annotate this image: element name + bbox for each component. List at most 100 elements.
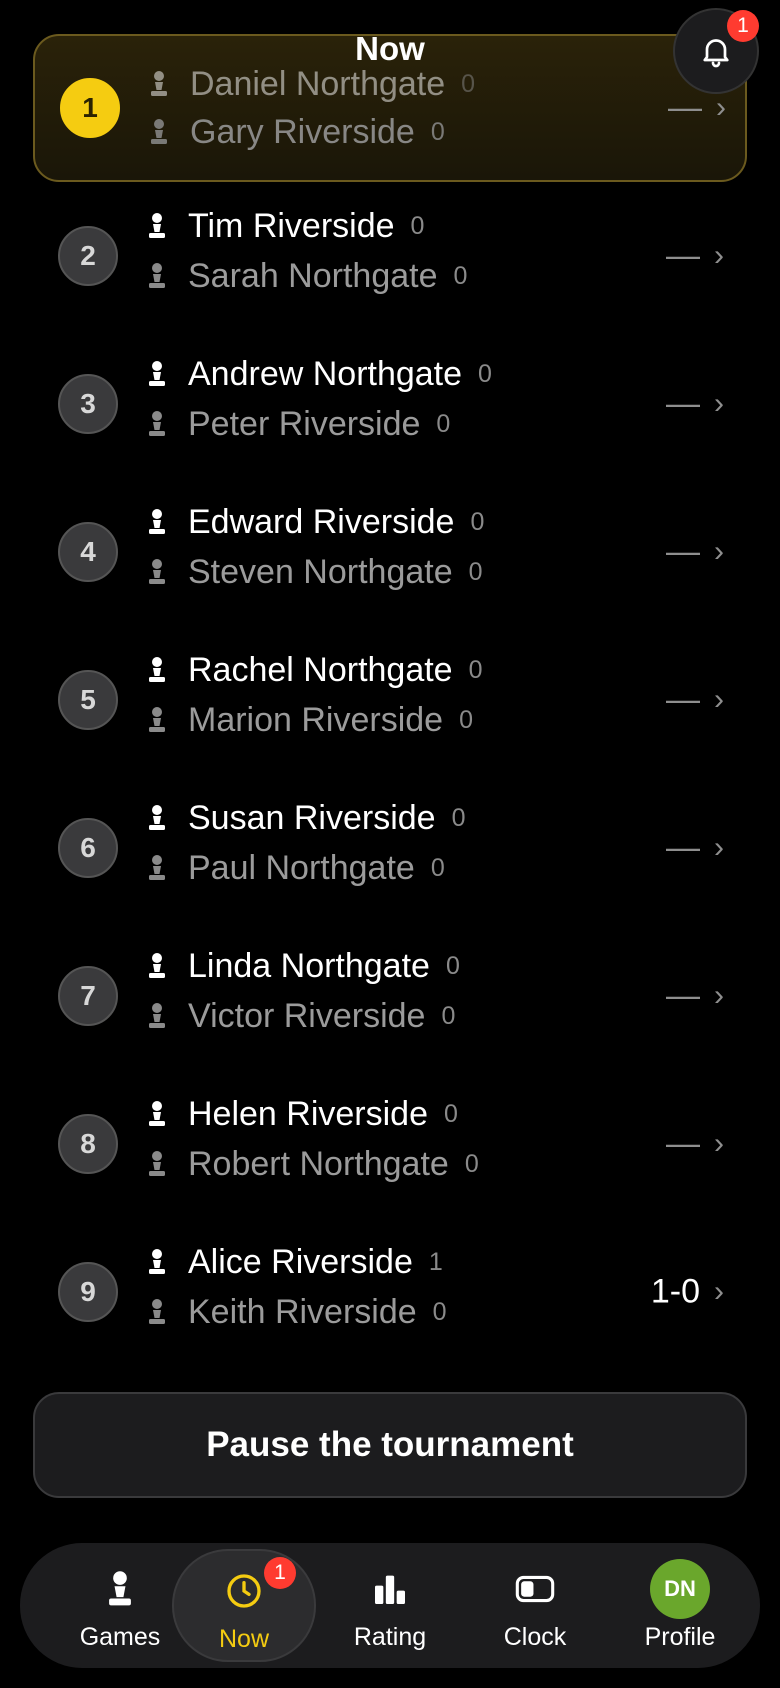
- black-player: Marion Riverside 0: [146, 700, 473, 740]
- player-name: Susan Riverside: [188, 798, 436, 837]
- pause-tournament-button[interactable]: Pause the tournament: [33, 1392, 747, 1498]
- player-score: 0: [444, 1099, 458, 1128]
- white-pawn-icon: [149, 657, 165, 682]
- tab-profile[interactable]: DN Profile: [608, 1549, 752, 1662]
- player-name: Edward Riverside: [188, 502, 455, 541]
- white-pawn-icon: [149, 805, 165, 830]
- pairing-row[interactable]: 3 Andrew Northgate 0 Peter Riverside 0 —…: [0, 330, 780, 478]
- notifications-button[interactable]: 1: [673, 8, 759, 94]
- chevron-right-icon: ›: [714, 831, 724, 864]
- player-score: 0: [478, 359, 492, 388]
- player-name: Sarah Northgate: [188, 256, 438, 295]
- bell-icon: [703, 39, 729, 68]
- pairing-row[interactable]: 2 Tim Riverside 0 Sarah Northgate 0 — ›: [0, 182, 780, 330]
- pairing-row[interactable]: 9 Alice Riverside 1 Keith Riverside 0 1-…: [0, 1218, 780, 1366]
- player-score: 0: [430, 117, 445, 146]
- black-pawn-icon: [149, 1151, 165, 1176]
- black-player: Steven Northgate 0: [146, 552, 483, 592]
- game-result: 1-0: [650, 1272, 700, 1311]
- chess-clock-icon: [515, 1575, 555, 1603]
- player-name: Marion Riverside: [188, 700, 444, 739]
- tab-label: Clock: [503, 1623, 567, 1651]
- clock-icon: [227, 1574, 261, 1608]
- tab-label: Rating: [353, 1623, 427, 1651]
- black-pawn-icon: [151, 119, 167, 144]
- player-name: Steven Northgate: [188, 552, 453, 591]
- white-player: Rachel Northgate 0: [146, 650, 483, 690]
- pawn-icon: [109, 1571, 131, 1606]
- chevron-right-icon: ›: [714, 239, 724, 272]
- black-pawn-icon: [149, 707, 165, 732]
- tab-bar: Games 1 Now Rating Clock DN Profile: [20, 1543, 760, 1668]
- chevron-right-icon: ›: [714, 535, 724, 568]
- board-number: 8: [58, 1114, 118, 1174]
- pairings-list: 1 Daniel Northgate 0 Gary Riverside 0 — …: [0, 34, 780, 1366]
- player-score: 0: [468, 557, 483, 586]
- tab-clock[interactable]: Clock: [463, 1549, 607, 1662]
- black-pawn-icon: [149, 1003, 165, 1028]
- white-player: Edward Riverside 0: [146, 502, 484, 542]
- now-badge: 1: [264, 1557, 296, 1589]
- white-pawn-icon: [149, 1101, 165, 1126]
- white-pawn-icon: [149, 213, 165, 238]
- white-player: Alice Riverside 1: [146, 1242, 443, 1282]
- black-player: Victor Riverside 0: [146, 996, 455, 1036]
- black-player: Robert Northgate 0: [146, 1144, 479, 1184]
- player-name: Linda Northgate: [188, 946, 430, 985]
- game-result: —: [666, 236, 700, 275]
- pairing-row[interactable]: 6 Susan Riverside 0 Paul Northgate 0 — ›: [0, 774, 780, 922]
- player-score: 0: [470, 507, 485, 536]
- board-number: 2: [58, 226, 118, 286]
- player-score: 0: [468, 655, 483, 684]
- game-result: —: [666, 532, 700, 571]
- board-number: 5: [58, 670, 118, 730]
- pairing-row[interactable]: 8 Helen Riverside 0 Robert Northgate 0 —…: [0, 1070, 780, 1218]
- tab-rating[interactable]: Rating: [318, 1549, 462, 1662]
- player-score: 0: [453, 261, 468, 290]
- player-name: Alice Riverside: [188, 1242, 413, 1281]
- player-score: 0: [430, 853, 445, 882]
- white-pawn-icon: [149, 361, 165, 386]
- tab-label: Profile: [644, 1623, 716, 1651]
- tab-label: Now: [218, 1625, 269, 1653]
- chevron-right-icon: ›: [714, 683, 724, 716]
- player-score: 0: [441, 1001, 456, 1030]
- game-result: —: [666, 680, 700, 719]
- board-number: 6: [58, 818, 118, 878]
- white-pawn-icon: [149, 1249, 165, 1274]
- player-name: Tim Riverside: [188, 206, 395, 245]
- player-score: 1: [428, 1247, 443, 1276]
- black-pawn-icon: [149, 855, 165, 880]
- tab-games[interactable]: Games: [48, 1549, 192, 1662]
- black-pawn-icon: [149, 411, 165, 436]
- player-name: Helen Riverside: [188, 1094, 428, 1133]
- avatar: DN: [650, 1559, 710, 1619]
- board-number: 3: [58, 374, 118, 434]
- game-result: —: [666, 976, 700, 1015]
- player-name: Gary Riverside: [190, 112, 415, 151]
- black-player: Sarah Northgate 0: [146, 256, 467, 296]
- player-name: Andrew Northgate: [188, 354, 463, 393]
- player-name: Robert Northgate: [188, 1144, 449, 1183]
- player-score: 0: [436, 409, 451, 438]
- notification-badge: 1: [727, 10, 759, 42]
- black-pawn-icon: [149, 263, 165, 288]
- pairing-row[interactable]: 5 Rachel Northgate 0 Marion Riverside 0 …: [0, 626, 780, 774]
- player-score: 0: [451, 803, 466, 832]
- chevron-right-icon: ›: [714, 1275, 724, 1308]
- chevron-right-icon: ›: [714, 387, 724, 420]
- player-score: 0: [445, 951, 460, 980]
- white-player: Tim Riverside 0: [146, 206, 424, 246]
- chevron-right-icon: ›: [714, 979, 724, 1012]
- pairing-row[interactable]: 7 Linda Northgate 0 Victor Riverside 0 —…: [0, 922, 780, 1070]
- player-score: 0: [410, 211, 425, 240]
- black-player: Paul Northgate 0: [146, 848, 445, 888]
- board-number: 9: [58, 1262, 118, 1322]
- pairing-row[interactable]: 4 Edward Riverside 0 Steven Northgate 0 …: [0, 478, 780, 626]
- tab-now[interactable]: 1 Now: [172, 1549, 316, 1662]
- player-name: Keith Riverside: [188, 1292, 417, 1331]
- black-pawn-icon: [149, 1299, 165, 1324]
- white-player: Helen Riverside 0: [146, 1094, 458, 1134]
- black-pawn-icon: [149, 559, 165, 584]
- game-result: —: [666, 1124, 700, 1163]
